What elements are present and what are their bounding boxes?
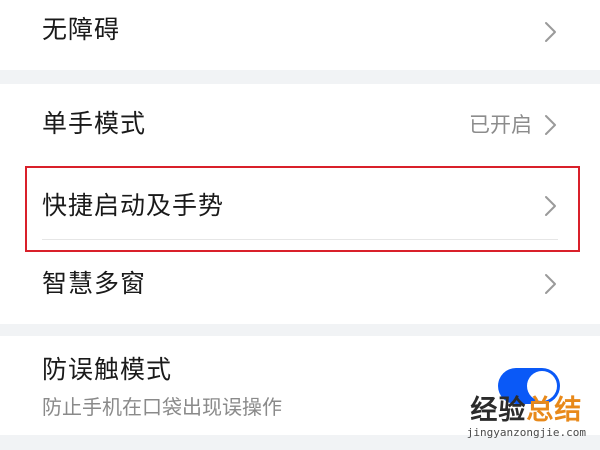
watermark-url: jingyanzongjie.com — [466, 426, 586, 439]
smart-multiwindow-row[interactable]: 智慧多窗 — [0, 246, 600, 324]
watermark-logo: 经验总结 jingyanzongjie.com — [467, 396, 586, 440]
chevron-right-icon — [545, 115, 556, 135]
chevron-right-icon — [545, 22, 556, 42]
watermark-text-accent: 总结 — [526, 395, 583, 426]
chevron-right-icon — [545, 196, 556, 216]
watermark-title: 经验总结 — [467, 396, 586, 426]
accessibility-label: 无障碍 — [42, 15, 121, 44]
settings-screen: 无障碍 单手模式 已开启 快捷启动及手势 智慧多窗 防误触模式 防止手机在口袋出… — [0, 0, 600, 450]
shortcuts-gestures-label: 快捷启动及手势 — [42, 191, 225, 220]
one-handed-mode-row[interactable]: 单手模式 已开启 — [0, 84, 600, 166]
shortcuts-gestures-row[interactable]: 快捷启动及手势 — [0, 166, 600, 246]
one-handed-mode-status: 已开启 — [469, 113, 532, 137]
accidental-touch-description: 防止手机在口袋出现误操作 — [42, 395, 282, 419]
settings-card-accessibility: 无障碍 — [0, 0, 600, 70]
accessibility-row[interactable]: 无障碍 — [0, 0, 600, 70]
one-handed-mode-label: 单手模式 — [42, 109, 147, 138]
row-divider — [42, 239, 558, 240]
smart-multiwindow-label: 智慧多窗 — [42, 269, 147, 298]
chevron-right-icon — [545, 274, 556, 294]
accidental-touch-label: 防误触模式 — [42, 355, 173, 384]
watermark-text-dark: 经验 — [470, 395, 527, 426]
settings-card-main: 单手模式 已开启 快捷启动及手势 智慧多窗 — [0, 84, 600, 324]
